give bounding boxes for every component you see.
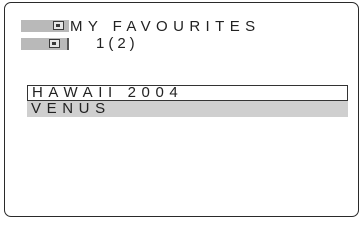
favourites-list: HAWAII 2004 VENUS — [27, 85, 348, 117]
page-title: MY FAVOURITES — [70, 18, 261, 35]
list-item-label: VENUS — [31, 100, 111, 117]
display-screen: MY FAVOURITES 1(2) HAWAII 2004 VENUS — [4, 2, 359, 217]
folder-icon — [21, 38, 69, 50]
folder-glyph-icon — [49, 39, 60, 48]
page-indicator: 1(2) — [96, 35, 139, 52]
list-item-venus[interactable]: VENUS — [27, 101, 348, 117]
album-icon — [21, 20, 69, 32]
list-item-label: HAWAII 2004 — [32, 84, 184, 101]
list-item-hawaii-2004[interactable]: HAWAII 2004 — [27, 85, 348, 101]
album-glyph-icon — [53, 21, 64, 30]
folder-tick-icon — [67, 38, 69, 50]
